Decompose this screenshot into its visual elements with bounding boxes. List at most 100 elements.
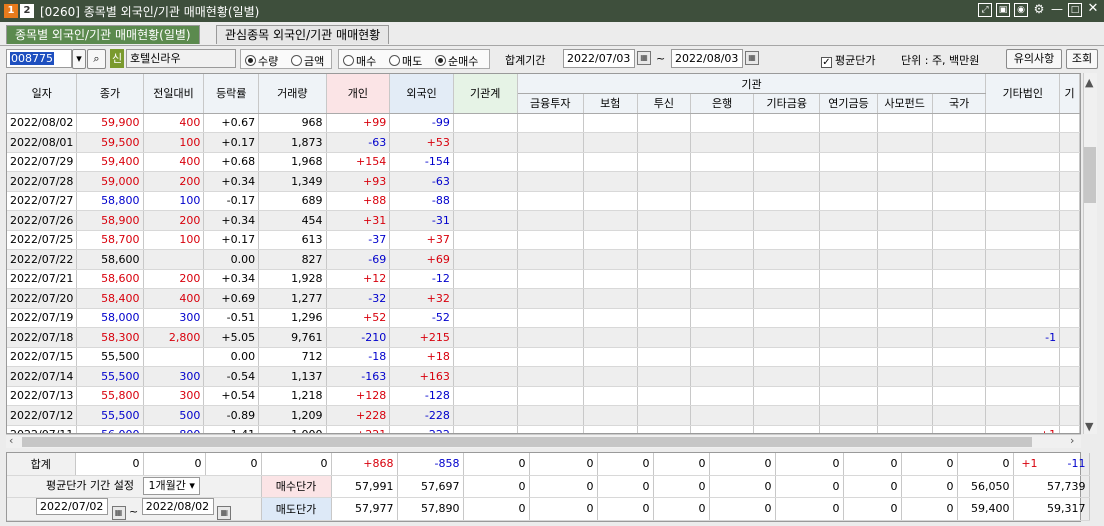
table-row[interactable]: 2022/07/21 58,600 200 +0.34 1,928 +12 -12: [7, 269, 1080, 289]
table-row[interactable]: 2022/08/01 59,500 100 +0.17 1,873 -63 +53: [7, 132, 1080, 153]
volume-cell: 1,137: [258, 366, 327, 387]
total-volume: 0: [261, 453, 332, 476]
radio-buy[interactable]: 매수: [343, 53, 376, 69]
radio-sell-indicator[interactable]: [389, 55, 400, 66]
radio-quantity-indicator[interactable]: [245, 55, 256, 66]
table-row[interactable]: 2022/07/27 58,800 100 -0.17 689 +88 -88: [7, 191, 1080, 211]
empty-cell: [453, 113, 518, 133]
save-icon[interactable]: ▣: [996, 3, 1010, 17]
search-icon[interactable]: ⌕: [87, 49, 106, 69]
foreign-cell: -52: [389, 308, 454, 328]
header-close[interactable]: 종가: [76, 74, 144, 114]
code-dropdown-button[interactable]: ▾: [72, 49, 86, 69]
table-row[interactable]: 2022/08/02 59,900 400 +0.67 968 +99 -99: [7, 113, 1080, 133]
volume-cell: 689: [258, 191, 327, 211]
table-row[interactable]: 2022/07/28 59,000 200 +0.34 1,349 +93 -63: [7, 171, 1080, 192]
empty-cell: [517, 113, 584, 133]
buy-avg-institution: 0: [463, 475, 530, 498]
horizontal-scroll-thumb[interactable]: [22, 437, 1032, 447]
radio-quantity[interactable]: 수량: [245, 53, 278, 69]
header-other-corp[interactable]: 기타법인: [985, 74, 1061, 114]
minimize-icon[interactable]: —: [1050, 3, 1064, 17]
radio-net-buy[interactable]: 순매수: [435, 53, 478, 69]
vertical-scroll-thumb[interactable]: [1084, 147, 1096, 203]
period-select[interactable]: 1개월간 ▾: [143, 477, 200, 495]
tab-stock-foreign-institution-daily[interactable]: 종목별 외국인/기관 매매현황(일별): [6, 25, 200, 44]
header-foreign[interactable]: 외국인: [389, 74, 454, 114]
notes-button[interactable]: 유의사항: [1006, 49, 1062, 69]
vertical-scrollbar[interactable]: [1083, 73, 1097, 434]
scroll-down-icon[interactable]: ▼: [1085, 420, 1093, 433]
header-other-fin[interactable]: 기타금융: [753, 93, 821, 114]
scroll-left-icon[interactable]: ‹: [9, 434, 13, 447]
header-partial[interactable]: 기: [1059, 74, 1080, 114]
table-row[interactable]: 2022/07/20 58,400 400 +0.69 1,277 -32 +32: [7, 288, 1080, 309]
restore-icon[interactable]: ⤢: [978, 3, 992, 17]
radio-net-buy-indicator[interactable]: [435, 55, 446, 66]
calendar-icon[interactable]: ▦: [745, 51, 759, 65]
date-cell: 2022/07/28: [7, 171, 78, 192]
header-rate[interactable]: 등락률: [203, 74, 260, 114]
radio-sell[interactable]: 매도: [389, 53, 422, 69]
settings-icon[interactable]: ⚙: [1032, 3, 1046, 17]
total-institution: 0: [463, 453, 530, 476]
foreign-cell: +163: [389, 366, 454, 387]
calendar-icon[interactable]: ▦: [111, 505, 126, 519]
table-row[interactable]: 2022/07/14 55,500 300 -0.54 1,137 -163 +163: [7, 366, 1080, 387]
change-cell: 200: [143, 171, 205, 192]
foreign-cell: +53: [389, 132, 454, 153]
table-row[interactable]: 2022/07/25 58,700 100 +0.17 613 -37 +37: [7, 230, 1080, 250]
radio-amount-indicator[interactable]: [291, 55, 302, 66]
header-nation[interactable]: 국가: [932, 93, 987, 114]
empty-cell: [583, 191, 638, 211]
table-row[interactable]: 2022/07/12 55,500 500 -0.89 1,209 +228 -228: [7, 405, 1080, 426]
avg-from-input[interactable]: 2022/07/02: [36, 497, 108, 515]
header-volume[interactable]: 거래량: [258, 74, 327, 114]
table-row[interactable]: 2022/07/13 55,800 300 +0.54 1,218 +128 -128: [7, 386, 1080, 406]
empty-cell: [753, 366, 821, 387]
header-pension[interactable]: 연기금등: [819, 93, 878, 114]
rate-cell: -0.89: [203, 405, 260, 426]
camera-icon[interactable]: ◉: [1014, 3, 1028, 17]
avg-price-checkbox[interactable]: ✓ 평균단가: [821, 52, 875, 68]
table-row[interactable]: 2022/07/19 58,000 300 -0.51 1,296 +52 -52: [7, 308, 1080, 328]
checkbox-checked-icon[interactable]: ✓: [821, 57, 832, 68]
header-change[interactable]: 전일대비: [143, 74, 205, 114]
buy-avg-fin-invest: 0: [529, 475, 598, 498]
rate-cell: +0.68: [203, 152, 260, 172]
empty-cell: [1059, 425, 1080, 433]
close-icon[interactable]: ✕: [1086, 2, 1100, 17]
other-corp-cell: -1: [985, 327, 1061, 348]
period-from-input[interactable]: 2022/07/03: [563, 49, 635, 68]
period-to-input[interactable]: 2022/08/03: [671, 49, 743, 68]
table-row[interactable]: 2022/07/22 58,600 0.00 827 -69 +69: [7, 249, 1080, 270]
avg-to-input[interactable]: 2022/08/02: [141, 497, 214, 515]
table-row[interactable]: 2022/07/15 55,500 0.00 712 -18 +18: [7, 347, 1080, 367]
calendar-icon[interactable]: ▦: [217, 505, 232, 519]
empty-cell: [877, 191, 933, 211]
scroll-up-icon[interactable]: ▲: [1085, 76, 1093, 89]
scroll-right-icon[interactable]: ›: [1070, 434, 1074, 447]
header-date[interactable]: 일자: [7, 74, 78, 114]
table-row[interactable]: 2022/07/1156,000800-1.411,000+221-222 +1: [7, 425, 1080, 433]
window-number-1[interactable]: 1: [4, 4, 18, 18]
header-bank[interactable]: 은행: [690, 93, 755, 114]
header-individual[interactable]: 개인: [326, 74, 391, 114]
table-row[interactable]: 2022/07/18 58,300 2,800 +5.05 9,761 -210 +215 -…: [7, 327, 1080, 348]
header-fin-invest[interactable]: 금융투자: [517, 93, 584, 114]
header-institution-total[interactable]: 기관계: [453, 74, 518, 114]
table-row[interactable]: 2022/07/26 58,900 200 +0.34 454 +31 -31: [7, 210, 1080, 231]
calendar-icon[interactable]: ▦: [637, 51, 651, 65]
header-insurance[interactable]: 보험: [583, 93, 638, 114]
maximize-icon[interactable]: □: [1068, 3, 1082, 17]
header-private-fund[interactable]: 사모펀드: [877, 93, 933, 114]
tab-watchlist-foreign-institution[interactable]: 관심종목 외국인/기관 매매현황: [216, 25, 390, 44]
radio-buy-indicator[interactable]: [343, 55, 354, 66]
window-number-2[interactable]: 2: [20, 4, 34, 18]
header-trust[interactable]: 투신: [637, 93, 692, 114]
stock-code-input[interactable]: 008775: [6, 49, 72, 68]
query-button[interactable]: 조회: [1066, 49, 1098, 69]
radio-amount[interactable]: 금액: [291, 53, 324, 69]
table-row[interactable]: 2022/07/29 59,400 400 +0.68 1,968 +154 -154: [7, 152, 1080, 172]
sell-avg-institution: 0: [463, 497, 530, 521]
